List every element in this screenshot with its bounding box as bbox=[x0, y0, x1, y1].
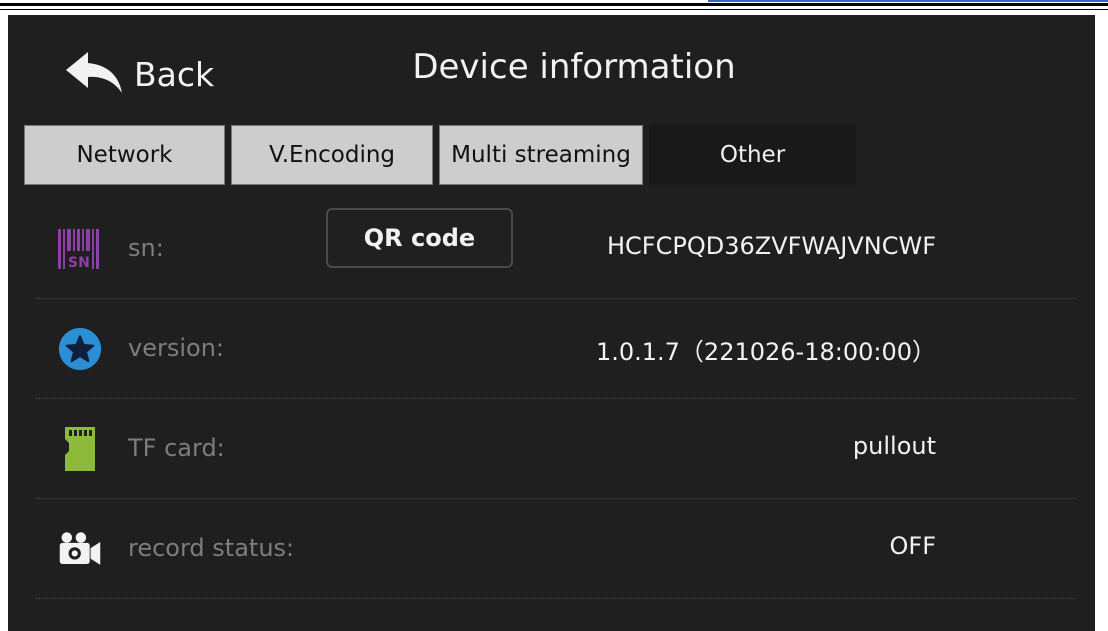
tab-network[interactable]: Network bbox=[24, 125, 225, 185]
star-icon bbox=[58, 326, 102, 372]
record-status-label: record status: bbox=[128, 534, 295, 562]
tab-v-encoding[interactable]: V.Encoding bbox=[231, 125, 433, 185]
page-title: Device information bbox=[412, 47, 736, 87]
tf-card-row: TF card: pullout bbox=[36, 398, 1076, 499]
sn-value: HCFCPQD36ZVFWAJVNCWF bbox=[607, 232, 936, 260]
version-label: version: bbox=[128, 334, 224, 362]
record-status-row: record status: OFF bbox=[36, 498, 1076, 599]
document-link-fragment bbox=[708, 0, 1108, 2]
document-header-rule bbox=[0, 3, 1108, 6]
tab-bar: Network V.Encoding Multi streaming Other bbox=[24, 125, 862, 185]
version-value: 1.0.1.7（221026-18:00:00） bbox=[595, 338, 936, 366]
tab-other[interactable]: Other bbox=[649, 125, 856, 185]
qr-code-button[interactable]: QR code bbox=[326, 208, 513, 268]
barcode-sn-icon: SN bbox=[58, 226, 102, 272]
document-header-rule-thin bbox=[0, 9, 1108, 10]
sd-card-icon bbox=[58, 426, 102, 472]
device-screen: Back Device information Network V.Encodi… bbox=[8, 15, 1095, 631]
tab-multi-streaming[interactable]: Multi streaming bbox=[439, 125, 643, 185]
tf-card-label: TF card: bbox=[128, 434, 225, 462]
sn-label: sn: bbox=[128, 234, 164, 262]
svg-text:SN: SN bbox=[68, 255, 90, 269]
record-status-value: OFF bbox=[889, 532, 937, 560]
sn-row: SN sn: QR code HCFCPQD36ZVFWAJVNCWF bbox=[36, 198, 1076, 299]
version-row: version: 1.0.1.7（221026-18:00:00） bbox=[36, 298, 1076, 399]
video-camera-icon bbox=[58, 526, 102, 572]
tf-card-value: pullout bbox=[852, 432, 936, 460]
